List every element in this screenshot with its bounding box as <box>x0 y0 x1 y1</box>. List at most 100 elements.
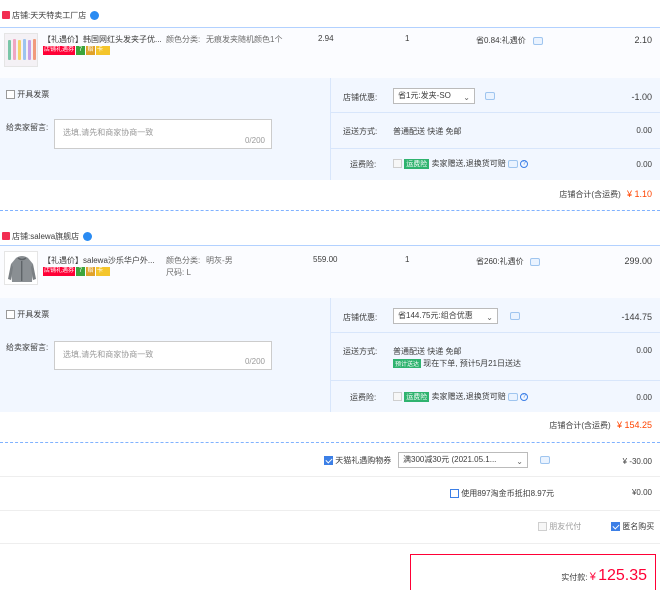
invoice-option[interactable]: 开具发票 <box>6 309 49 320</box>
currency-symbol: ¥ <box>589 571 596 583</box>
card-icon: 卡 <box>96 46 111 55</box>
shipping-method: 普通配送 快递 免邮 <box>393 347 462 356</box>
shop-promo-select[interactable]: 省1元:发夹-SO ⌄ <box>393 88 475 104</box>
coupon-amount: ¥ -30.00 <box>622 457 652 466</box>
item-subtotal: 299.00 <box>624 256 652 266</box>
taojinbi-option[interactable]: 使用897淘金币抵扣8.97元 <box>450 488 554 499</box>
coupon-select[interactable]: 满300减30元 (2021.05.1... ⌄ <box>398 452 528 468</box>
divider <box>330 380 660 381</box>
invoice-option[interactable]: 开具发票 <box>6 89 49 100</box>
message-label: 给卖家留言: <box>6 123 49 132</box>
service-badges: 店铺礼遇券 7 赔卡 <box>43 46 111 55</box>
compensation-icon: 赔 <box>86 267 96 276</box>
item-subtotal: 2.10 <box>634 35 652 45</box>
coupon-info-icon[interactable] <box>540 456 550 464</box>
taojinbi-amount: ¥0.00 <box>631 488 652 497</box>
order-item-row: 【礼遇价】韩国网红头发夹子优... 店铺礼遇券 7 赔卡 颜色分类: 无痕发夹随机颜… <box>0 28 660 78</box>
shop-promo-label: 店铺优惠: <box>343 93 378 102</box>
seven-day-return-icon: 7 <box>76 267 86 276</box>
sku-size: 尺码: L <box>166 268 191 277</box>
unit-price: 559.00 <box>313 255 338 264</box>
insurance-checkbox <box>393 159 402 169</box>
coupon-badge: 店铺礼遇券 <box>43 267 76 276</box>
promo-info-icon[interactable] <box>485 92 495 100</box>
quantity: 1 <box>405 34 410 43</box>
seller-message-input[interactable]: 选填,请先和商家协商一致 0/200 <box>54 341 272 370</box>
insurance-text: 卖家赠送,退换货可赔 <box>431 392 506 401</box>
shipping-method: 普通配送 快递 免邮 <box>393 127 462 136</box>
shop-promo-amount: -1.00 <box>631 92 652 102</box>
tmall-store-icon <box>2 11 10 19</box>
divider <box>0 476 660 477</box>
product-title-link[interactable]: 【礼遇价】韩国网红头发夹子优... <box>43 34 162 45</box>
help-icon[interactable]: ? <box>520 159 529 168</box>
shipping-label: 运送方式: <box>343 347 378 356</box>
shop-promo-label: 店铺优惠: <box>343 313 378 322</box>
insurance-option: 运费险 卖家赠送,退换货可赔 ? <box>393 158 529 169</box>
delivery-text: 现在下单, 预计5月21日送达 <box>423 359 522 368</box>
shop-promo-select[interactable]: 省144.75元:组合优惠 ⌄ <box>393 308 498 324</box>
discount-info-icon[interactable] <box>530 258 540 266</box>
friend-pay-label: 朋友代付 <box>549 522 582 531</box>
unit-price: 2.94 <box>318 34 334 43</box>
discount-info-icon[interactable] <box>533 37 543 45</box>
invoice-checkbox[interactable] <box>6 310 15 320</box>
taojinbi-checkbox[interactable] <box>450 489 459 499</box>
coupon-badge: 店铺礼遇券 <box>43 46 76 55</box>
shipping-amount: 0.00 <box>636 126 652 135</box>
shop-promo-amount: -144.75 <box>621 312 652 322</box>
card-icon: 卡 <box>96 267 111 276</box>
product-title-link[interactable]: 【礼遇价】salewa沙乐华户外... <box>43 255 155 266</box>
store-header: 店铺: 天天特卖工厂店 <box>0 4 100 26</box>
chevron-down-icon: ⌄ <box>516 457 523 466</box>
chevron-down-icon: ⌄ <box>463 93 470 102</box>
store-options-panel: 开具发票 给卖家留言: 选填,请先和商家协商一致 0/200 店铺优惠: 省14… <box>0 298 660 412</box>
store-label: 店铺: <box>12 10 31 20</box>
store-total-label: 店铺合计(含运费) <box>559 190 621 199</box>
seller-message-input[interactable]: 选填,请先和商家协商一致 0/200 <box>54 119 272 149</box>
sku-label: 颜色分类: <box>166 35 201 44</box>
insurance-text: 卖家赠送,退换货可赔 <box>431 159 506 168</box>
coupon-checkbox[interactable] <box>324 456 333 466</box>
anonymous-option[interactable]: 匿名购买 <box>611 521 654 532</box>
insurance-amount: 0.00 <box>636 160 652 169</box>
service-badges: 店铺礼遇券 7 赔卡 <box>43 267 111 276</box>
item-discount: 省0.84:礼遇价 <box>476 36 526 45</box>
coupon-option[interactable]: 天猫礼遇购物券 <box>324 455 391 466</box>
taojinbi-label: 使用897淘金币抵扣8.97元 <box>461 489 555 498</box>
store-name-link[interactable]: salewa旗舰店 <box>30 231 79 242</box>
insurance-info-icon[interactable] <box>507 159 518 168</box>
insurance-tag: 运费险 <box>404 159 430 169</box>
seven-day-return-icon: 7 <box>76 46 86 55</box>
anonymous-checkbox[interactable] <box>611 522 620 532</box>
sku-label: 颜色分类: <box>166 256 201 265</box>
final-label: 实付款: <box>561 573 588 582</box>
wangwang-chat-icon[interactable] <box>83 231 93 241</box>
message-label: 给卖家留言: <box>6 343 49 352</box>
chevron-down-icon: ⌄ <box>486 313 493 322</box>
invoice-checkbox[interactable] <box>6 90 15 100</box>
wangwang-chat-icon[interactable] <box>90 10 100 20</box>
product-thumbnail[interactable] <box>4 33 38 67</box>
quantity: 1 <box>405 255 410 264</box>
divider <box>330 112 660 113</box>
sku-value: 无痕发夹随机颜色1个 <box>206 35 283 44</box>
store-total: 店铺合计(含运费) ¥ 1.10 <box>559 189 652 200</box>
item-discount: 省260:礼遇价 <box>476 257 524 266</box>
insurance-checkbox <box>393 392 402 402</box>
sku-value: 明灰-男 <box>206 256 233 265</box>
insurance-info-icon[interactable] <box>507 392 518 401</box>
insurance-amount: 0.00 <box>636 393 652 402</box>
product-thumbnail[interactable] <box>4 251 38 285</box>
final-amount: 125.35 <box>598 567 647 584</box>
promo-info-icon[interactable] <box>510 312 520 320</box>
divider <box>330 298 331 412</box>
help-icon[interactable]: ? <box>520 392 529 401</box>
divider <box>330 148 660 149</box>
store-name-link[interactable]: 天天特卖工厂店 <box>30 10 86 21</box>
final-payment-box: 实付款: ¥ 125.35 <box>410 554 656 590</box>
divider <box>330 332 660 333</box>
store-total: 店铺合计(含运费) ¥ 154.25 <box>549 420 652 431</box>
order-item-row: 【礼遇价】salewa沙乐华户外... 店铺礼遇券 7 赔卡 颜色分类: 明灰-男 … <box>0 246 660 298</box>
invoice-label: 开具发票 <box>17 90 50 99</box>
